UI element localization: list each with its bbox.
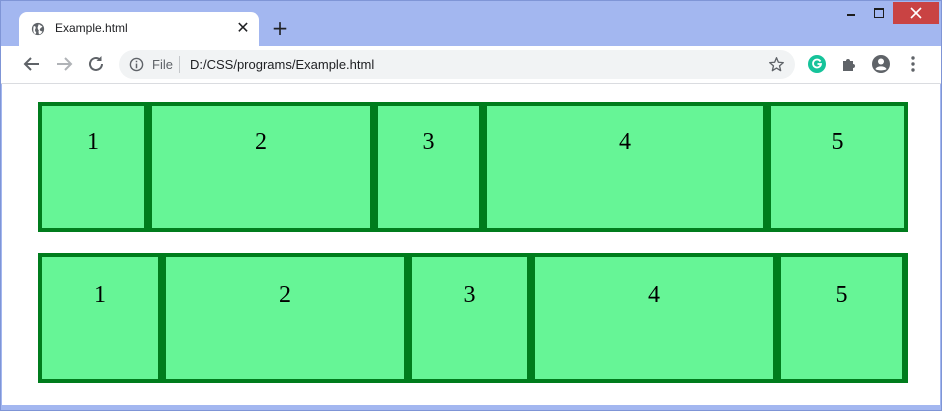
grid-item: 4 (487, 106, 763, 228)
menu-icon[interactable] (903, 54, 923, 74)
tab-title: Example.html (55, 21, 128, 35)
maximize-button[interactable] (867, 2, 891, 24)
browser-window: Example.html ✕ + File D:/CSS/programs/Ex… (0, 0, 942, 411)
grid-item: 3 (378, 106, 479, 228)
grid-container-1: 1 2 3 4 5 (38, 102, 908, 232)
info-icon[interactable] (129, 57, 144, 72)
reload-icon[interactable] (85, 53, 107, 75)
tab-close-icon[interactable]: ✕ (235, 20, 251, 36)
grid-item: 4 (535, 257, 773, 379)
grid-item: 1 (42, 257, 158, 379)
url-text[interactable]: D:/CSS/programs/Example.html (190, 57, 374, 72)
profile-icon[interactable] (871, 54, 891, 74)
star-icon[interactable] (768, 56, 785, 73)
omnibox-divider (179, 56, 180, 73)
grammarly-icon[interactable] (807, 54, 827, 74)
close-window-button[interactable] (893, 2, 939, 24)
page-viewport: 1 2 3 4 5 1 2 3 4 5 (2, 84, 940, 405)
new-tab-button[interactable]: + (269, 18, 291, 40)
puzzle-icon[interactable] (839, 54, 859, 74)
tab-example[interactable]: Example.html ✕ (19, 12, 259, 46)
back-arrow-icon[interactable] (21, 53, 43, 75)
grid-item: 3 (412, 257, 527, 379)
tab-strip: Example.html ✕ + (1, 1, 941, 46)
globe-icon (31, 22, 45, 36)
grid-item: 2 (166, 257, 404, 379)
forward-arrow-icon[interactable] (53, 53, 75, 75)
grid-item: 2 (152, 106, 370, 228)
grid-item: 5 (781, 257, 902, 379)
minimize-button[interactable] (839, 2, 863, 24)
address-bar[interactable]: File D:/CSS/programs/Example.html (119, 50, 795, 79)
browser-toolbar: File D:/CSS/programs/Example.html (1, 46, 941, 84)
close-icon (910, 7, 922, 19)
grid-item: 5 (771, 106, 904, 228)
scheme-label: File (152, 57, 173, 72)
grid-item: 1 (42, 106, 144, 228)
grid-container-2: 1 2 3 4 5 (38, 253, 908, 383)
